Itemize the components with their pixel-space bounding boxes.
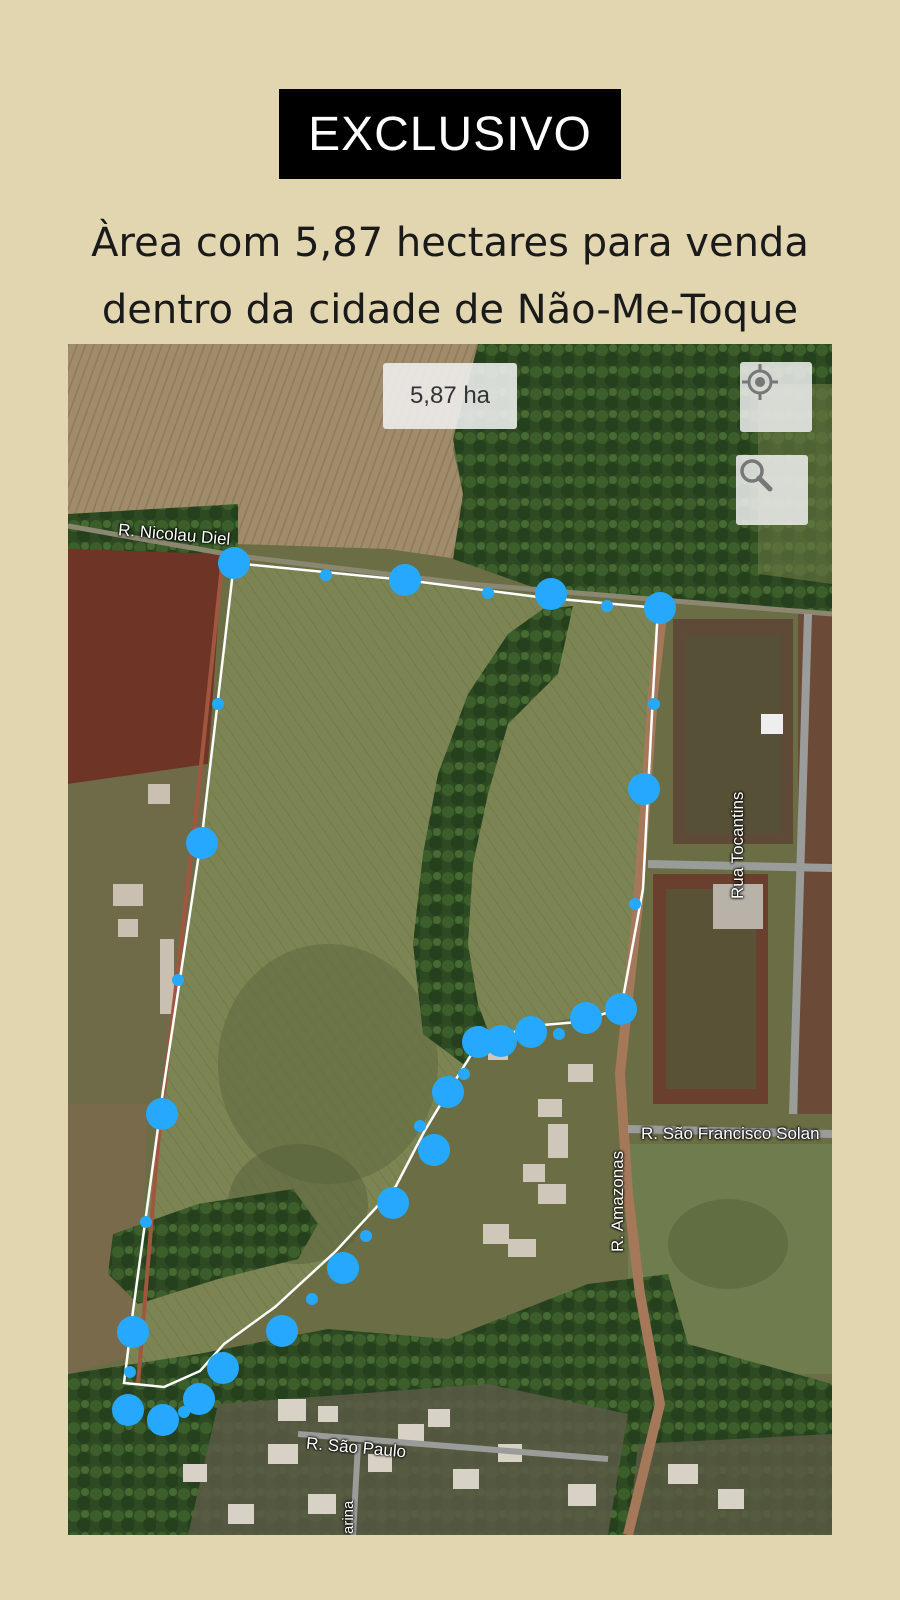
headline-line-1: Àrea com 5,87 hectares para venda [91, 220, 809, 266]
headline-line-2: dentro da cidade de Não-Me-Toque [101, 287, 799, 333]
red-soil-field [68, 549, 223, 784]
road-label-amazonas: R. Amazonas [608, 1150, 627, 1252]
satellite-map[interactable]: R. Nicolau Diel Rua Tocantins R. São Fra… [68, 344, 832, 1535]
locate-button[interactable] [740, 362, 812, 432]
area-measurement-chip: 5,87 ha [383, 363, 517, 429]
map-imagery [68, 344, 832, 1535]
search-icon [740, 459, 773, 492]
village-southeast [628, 1434, 832, 1535]
headline: Àrea com 5,87 hectares para venda dentro… [0, 210, 900, 344]
exclusive-badge: EXCLUSIVO [279, 89, 621, 179]
road-label-sao-francisco: R. São Francisco Solan [641, 1124, 820, 1143]
road-label-tocantins: Rua Tocantins [728, 791, 747, 899]
road-label-marina: arina [340, 1500, 357, 1534]
search-button[interactable] [736, 455, 808, 525]
crosshair-icon [742, 364, 778, 400]
